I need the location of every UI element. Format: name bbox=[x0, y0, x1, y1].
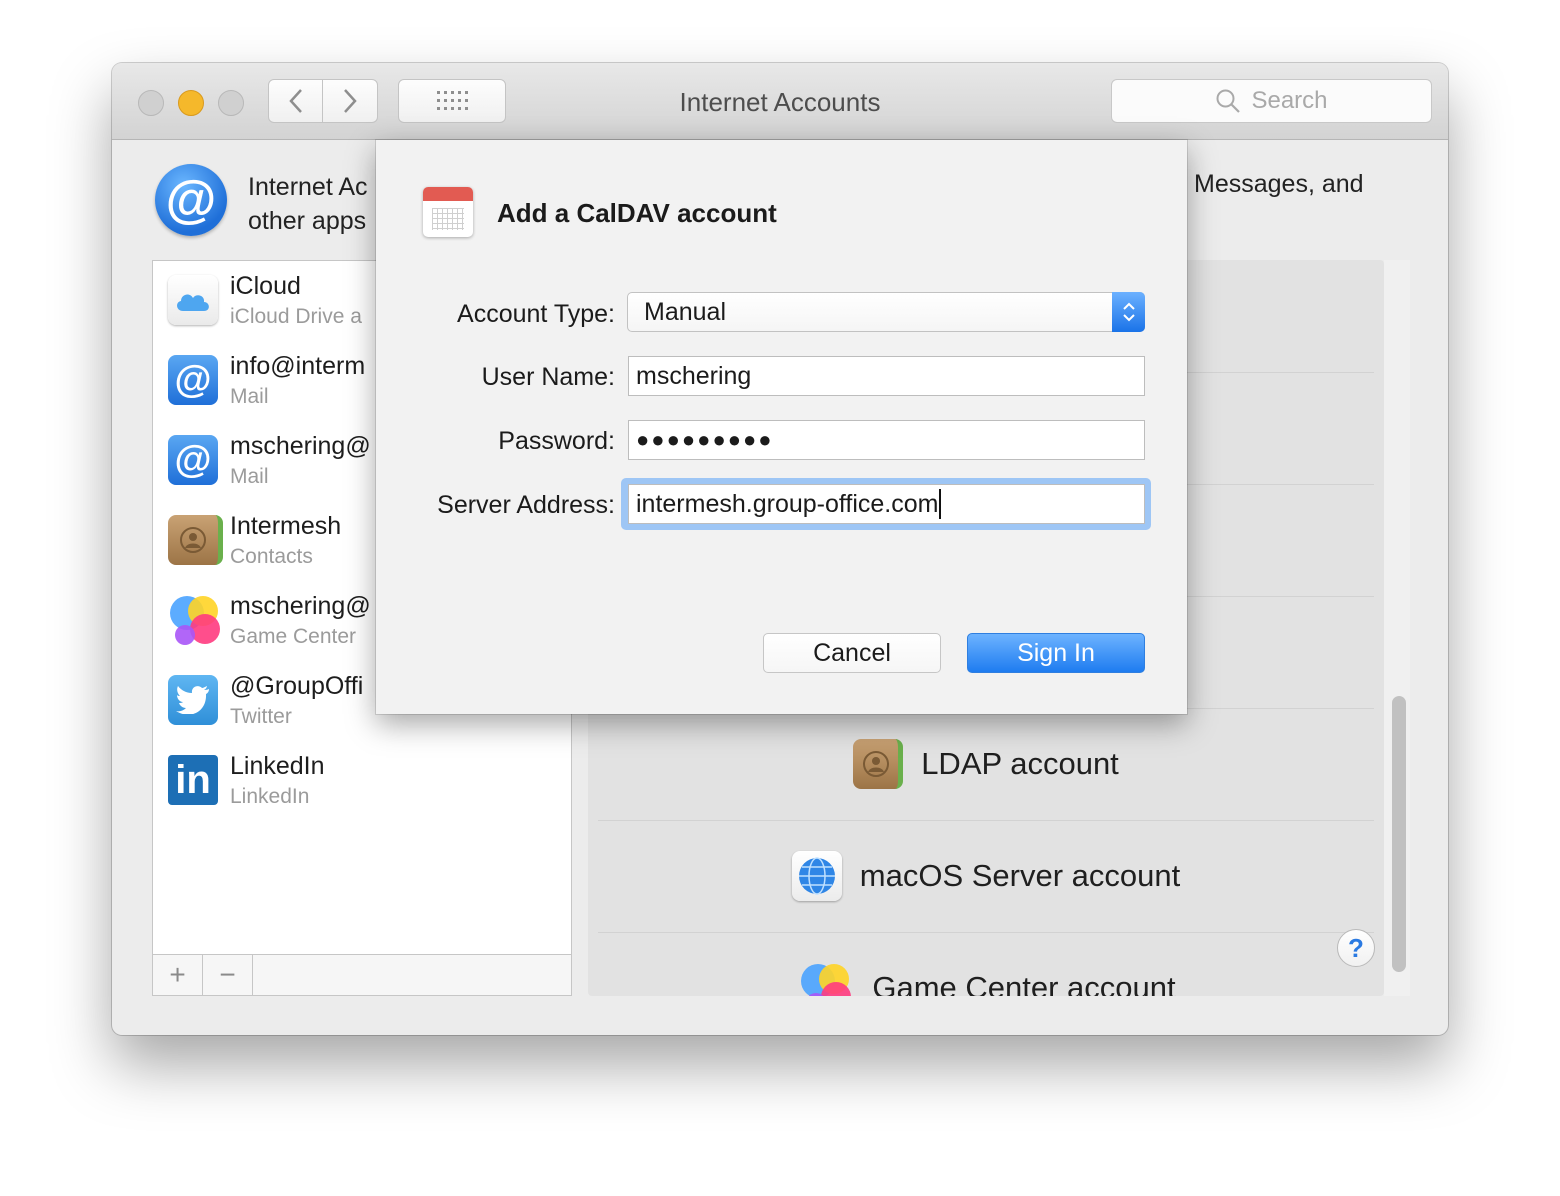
account-item-linkedin[interactable]: in LinkedIn LinkedIn bbox=[153, 741, 573, 821]
search-icon bbox=[1216, 89, 1241, 113]
twitter-icon bbox=[168, 675, 218, 725]
user-name-value: mschering bbox=[636, 361, 752, 390]
list-action-bar: + − bbox=[153, 954, 571, 995]
calendar-icon bbox=[423, 187, 473, 237]
server-address-label: Server Address: bbox=[437, 491, 615, 519]
type-row-game-center[interactable]: Game Center account bbox=[598, 932, 1374, 996]
password-value: ●●●●●●●●● bbox=[636, 427, 774, 452]
user-name-field[interactable]: mschering bbox=[628, 356, 1145, 396]
linkedin-icon: in bbox=[168, 755, 218, 805]
calendar-icon-header bbox=[423, 187, 473, 201]
help-button[interactable]: ? bbox=[1337, 929, 1375, 967]
account-type-value: Manual bbox=[644, 297, 726, 326]
type-label: LDAP account bbox=[921, 746, 1119, 781]
header-description-end: Messages, and bbox=[1194, 170, 1364, 198]
contacts-icon bbox=[853, 739, 904, 789]
server-globe-icon bbox=[791, 851, 842, 901]
title-bar: Internet Accounts Search bbox=[112, 63, 1448, 140]
account-type: Twitter bbox=[230, 705, 292, 728]
account-name: LinkedIn bbox=[230, 752, 325, 780]
account-type: Mail bbox=[230, 385, 269, 408]
account-name: @GroupOffi bbox=[230, 672, 364, 700]
game-center-icon bbox=[796, 959, 854, 996]
dialog-title: Add a CalDAV account bbox=[497, 198, 777, 228]
account-name: info@interm bbox=[230, 352, 366, 380]
types-scrollbar[interactable] bbox=[1384, 260, 1410, 996]
game-center-icon bbox=[165, 591, 223, 649]
account-type-label: Account Type: bbox=[457, 300, 615, 328]
contacts-icon bbox=[168, 515, 223, 565]
account-name: Intermesh bbox=[230, 512, 342, 540]
scroll-thumb[interactable] bbox=[1392, 696, 1406, 972]
calendar-icon-grid bbox=[432, 208, 464, 230]
account-type: Game Center bbox=[230, 625, 357, 648]
type-row-macos-server[interactable]: macOS Server account bbox=[598, 820, 1374, 933]
account-name: iCloud bbox=[230, 272, 301, 300]
server-address-value: intermesh.group-office.com bbox=[636, 489, 939, 518]
account-type: Contacts bbox=[230, 545, 313, 568]
account-type-select[interactable]: Manual bbox=[627, 292, 1145, 332]
cancel-button[interactable]: Cancel bbox=[763, 633, 941, 673]
account-type: iCloud Drive a bbox=[230, 305, 362, 328]
updown-arrows-icon bbox=[1112, 292, 1145, 332]
search-placeholder: Search bbox=[1251, 87, 1328, 114]
header-line-1: Internet Ac bbox=[248, 173, 368, 201]
internet-accounts-at-icon: @ bbox=[155, 164, 227, 236]
type-macos-server-content: macOS Server account bbox=[598, 820, 1374, 932]
account-name: mschering@ bbox=[230, 592, 371, 620]
account-type: Mail bbox=[230, 465, 269, 488]
account-name: mschering@ bbox=[230, 432, 371, 460]
account-type: LinkedIn bbox=[230, 785, 310, 808]
type-ldap-content: LDAP account bbox=[598, 708, 1374, 820]
add-account-button[interactable]: + bbox=[153, 955, 203, 995]
add-caldav-dialog: Add a CalDAV account Account Type: Manua… bbox=[376, 140, 1187, 714]
server-address-field[interactable]: intermesh.group-office.com bbox=[628, 484, 1145, 524]
header-line-2: other apps bbox=[248, 207, 367, 235]
text-cursor bbox=[939, 489, 942, 519]
remove-account-button[interactable]: − bbox=[203, 955, 253, 995]
at-icon: @ bbox=[168, 435, 218, 485]
type-label: macOS Server account bbox=[859, 858, 1181, 893]
user-name-label: User Name: bbox=[481, 363, 615, 391]
search-field[interactable]: Search bbox=[1111, 79, 1432, 123]
password-field[interactable]: ●●●●●●●●● bbox=[628, 420, 1145, 460]
at-icon: @ bbox=[168, 355, 218, 405]
type-row-ldap[interactable]: LDAP account bbox=[598, 708, 1374, 821]
sign-in-button[interactable]: Sign In bbox=[967, 633, 1145, 673]
header-description: Internet Ac other apps bbox=[248, 170, 368, 238]
icloud-icon bbox=[168, 275, 218, 325]
type-label: Game Center account bbox=[872, 970, 1176, 996]
type-game-center-content: Game Center account bbox=[598, 932, 1374, 996]
password-label: Password: bbox=[498, 427, 615, 455]
